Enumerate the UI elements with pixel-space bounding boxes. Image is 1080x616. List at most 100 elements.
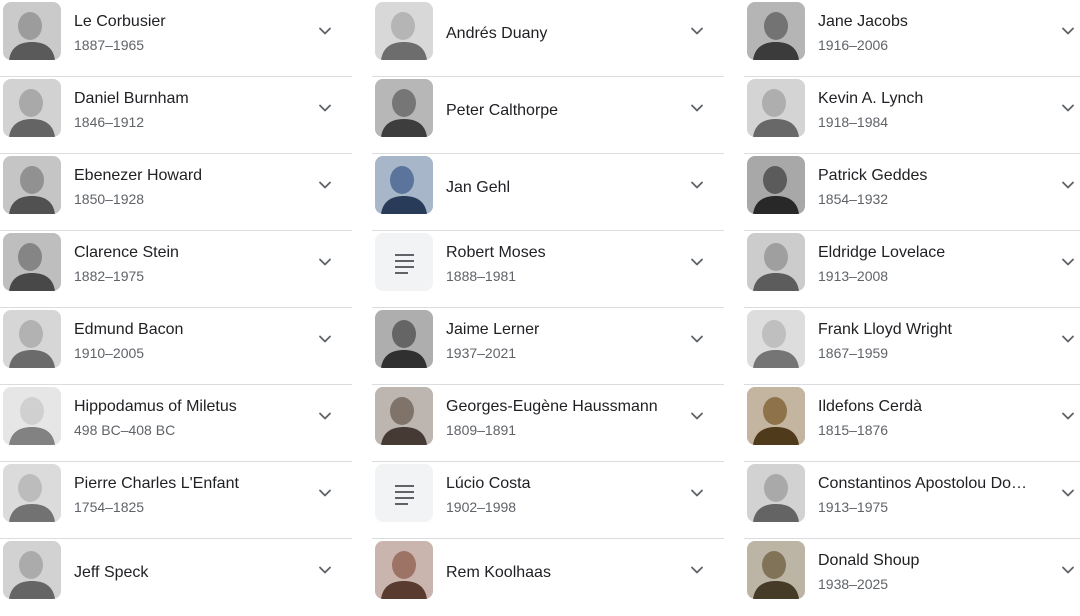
person-item[interactable]: Ildefons Cerdà 1815–1876: [744, 385, 1080, 462]
document-icon: [375, 464, 433, 522]
person-item[interactable]: Georges-Eugène Haussmann 1809–1891: [372, 385, 724, 462]
person-photo-icon: [375, 156, 433, 214]
person-text: Clarence Stein 1882–1975: [74, 243, 304, 285]
person-name: Kevin A. Lynch: [818, 90, 924, 107]
chevron-down-icon[interactable]: [690, 563, 704, 577]
chevron-down-icon[interactable]: [318, 24, 332, 38]
person-photo-icon: [747, 387, 805, 445]
chevron-down-icon[interactable]: [318, 409, 332, 423]
person-photo-icon: [375, 79, 433, 137]
chevron-down-icon[interactable]: [1061, 486, 1075, 500]
person-photo-icon: [3, 310, 61, 368]
chevron-down-icon[interactable]: [1061, 178, 1075, 192]
chevron-down-icon[interactable]: [690, 24, 704, 38]
person-item[interactable]: Peter Calthorpe: [372, 77, 724, 154]
chevron-down-icon[interactable]: [318, 101, 332, 115]
person-name: Frank Lloyd Wright: [818, 321, 952, 338]
person-years: 1809–1891: [446, 422, 517, 438]
chevron-down-icon[interactable]: [690, 486, 704, 500]
person-years: 498 BC–408 BC: [74, 422, 176, 438]
person-item[interactable]: Hippodamus of Miletus 498 BC–408 BC: [0, 385, 352, 462]
person-item[interactable]: Donald Shoup 1938–2025: [744, 539, 1080, 616]
person-name: Jane Jacobs: [818, 13, 908, 30]
chevron-down-icon[interactable]: [318, 486, 332, 500]
person-photo-icon: [375, 541, 433, 599]
person-text: Georges-Eugène Haussmann 1809–1891: [446, 397, 676, 439]
person-item[interactable]: Jane Jacobs 1916–2006: [744, 0, 1080, 77]
person-item[interactable]: Edmund Bacon 1910–2005: [0, 308, 352, 385]
person-text: Jane Jacobs 1916–2006: [818, 12, 1032, 54]
person-years: 1882–1975: [74, 268, 145, 284]
person-item[interactable]: Jeff Speck: [0, 539, 352, 616]
person-photo-icon: [375, 310, 433, 368]
chevron-down-icon[interactable]: [1061, 101, 1075, 115]
person-text: Peter Calthorpe: [446, 101, 676, 121]
related-people-grid: Le Corbusier 1887–1965 Daniel Burnham 1846–…: [0, 0, 1080, 601]
person-text: Lúcio Costa 1902–1998: [446, 474, 676, 516]
person-item[interactable]: Le Corbusier 1887–1965: [0, 0, 352, 77]
person-item[interactable]: Jan Gehl: [372, 154, 724, 231]
person-years: 1850–1928: [74, 191, 145, 207]
person-item[interactable]: Rem Koolhaas: [372, 539, 724, 616]
person-text: Donald Shoup 1938–2025: [818, 551, 1032, 593]
chevron-down-icon[interactable]: [1061, 409, 1075, 423]
person-name: Ildefons Cerdà: [818, 398, 923, 415]
person-text: Le Corbusier 1887–1965: [74, 12, 304, 54]
person-name: Jeff Speck: [74, 564, 149, 581]
person-photo-icon: [3, 2, 61, 60]
chevron-down-icon[interactable]: [318, 178, 332, 192]
chevron-down-icon[interactable]: [1061, 24, 1075, 38]
person-years: 1902–1998: [446, 499, 517, 515]
person-text: Hippodamus of Miletus 498 BC–408 BC: [74, 397, 304, 439]
person-photo-icon: [747, 464, 805, 522]
person-item[interactable]: Eldridge Lovelace 1913–2008: [744, 231, 1080, 308]
person-text: Edmund Bacon 1910–2005: [74, 320, 304, 362]
person-item[interactable]: Daniel Burnham 1846–1912: [0, 77, 352, 154]
person-photo-icon: [747, 310, 805, 368]
person-years: 1910–2005: [74, 345, 145, 361]
person-item[interactable]: Patrick Geddes 1854–1932: [744, 154, 1080, 231]
person-item[interactable]: Pierre Charles L'Enfant 1754–1825: [0, 462, 352, 539]
person-text: Eldridge Lovelace 1913–2008: [818, 243, 1032, 285]
chevron-down-icon[interactable]: [318, 563, 332, 577]
person-years: 1938–2025: [818, 576, 889, 592]
person-text: Daniel Burnham 1846–1912: [74, 89, 304, 131]
person-item[interactable]: Lúcio Costa 1902–1998: [372, 462, 724, 539]
person-item[interactable]: Kevin A. Lynch 1918–1984: [744, 77, 1080, 154]
person-text: Jeff Speck: [74, 563, 304, 583]
person-item[interactable]: Clarence Stein 1882–1975: [0, 231, 352, 308]
person-years: 1913–2008: [818, 268, 889, 284]
person-years: 1916–2006: [818, 37, 889, 53]
chevron-down-icon[interactable]: [690, 409, 704, 423]
person-photo-icon: [747, 233, 805, 291]
chevron-down-icon[interactable]: [690, 178, 704, 192]
chevron-down-icon[interactable]: [690, 101, 704, 115]
person-text: Ebenezer Howard 1850–1928: [74, 166, 304, 208]
person-years: 1815–1876: [818, 422, 889, 438]
person-photo-icon: [747, 2, 805, 60]
chevron-down-icon[interactable]: [1061, 563, 1075, 577]
person-item[interactable]: Andrés Duany: [372, 0, 724, 77]
person-item[interactable]: Ebenezer Howard 1850–1928: [0, 154, 352, 231]
person-photo-icon: [747, 79, 805, 137]
person-text: Kevin A. Lynch 1918–1984: [818, 89, 1032, 131]
person-item[interactable]: Robert Moses 1888–1981: [372, 231, 724, 308]
chevron-down-icon[interactable]: [318, 255, 332, 269]
person-item[interactable]: Frank Lloyd Wright 1867–1959: [744, 308, 1080, 385]
person-years: 1913–1975: [818, 499, 889, 515]
person-name: Peter Calthorpe: [446, 102, 559, 119]
chevron-down-icon[interactable]: [318, 332, 332, 346]
chevron-down-icon[interactable]: [690, 332, 704, 346]
person-item[interactable]: Constantinos Apostolou Doxi… 1913–1975: [744, 462, 1080, 539]
chevron-down-icon[interactable]: [1061, 332, 1075, 346]
person-item[interactable]: Jaime Lerner 1937–2021: [372, 308, 724, 385]
chevron-down-icon[interactable]: [690, 255, 704, 269]
person-name: Ebenezer Howard: [74, 167, 203, 184]
person-text: Rem Koolhaas: [446, 563, 676, 583]
person-text: Robert Moses 1888–1981: [446, 243, 676, 285]
chevron-down-icon[interactable]: [1061, 255, 1075, 269]
person-text: Jaime Lerner 1937–2021: [446, 320, 676, 362]
person-photo-icon: [747, 541, 805, 599]
person-name: Jan Gehl: [446, 179, 511, 196]
person-name: Pierre Charles L'Enfant: [74, 475, 239, 492]
